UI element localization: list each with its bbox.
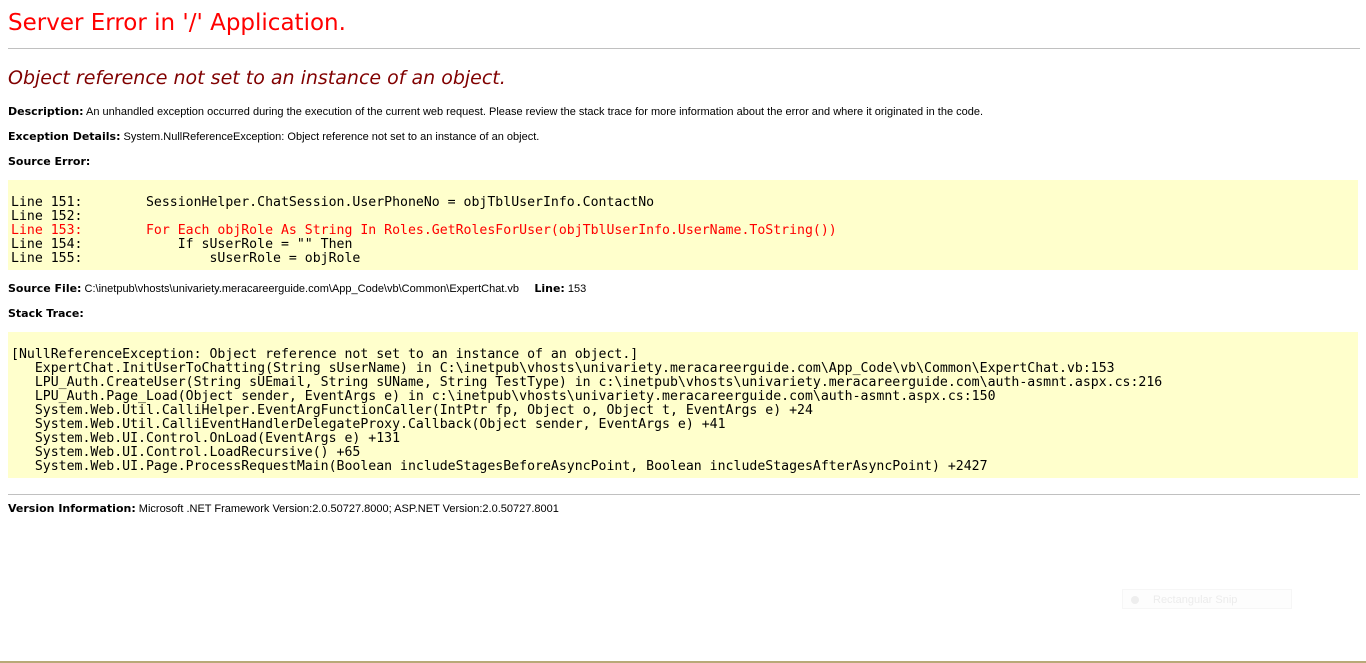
exception-details-text: System.NullReferenceException: Object re… [123, 131, 540, 143]
source-line: Line 155: sUserRole = objRole [11, 251, 361, 266]
stack-trace-row: Stack Trace: [8, 307, 84, 321]
stack-trace-line: LPU_Auth.CreateUser(String sUEmail, Stri… [11, 375, 1163, 390]
source-line-error: Line 153: For Each objRole As String In … [11, 223, 837, 238]
version-information-text: Microsoft .NET Framework Version:2.0.507… [138, 503, 559, 515]
stack-trace-line: System.Web.UI.Page.ProcessRequestMain(Bo… [11, 459, 988, 474]
stack-trace-line: System.Web.Util.CalliEventHandlerDelegat… [11, 417, 726, 432]
source-line: Line 151: SessionHelper.ChatSession.User… [11, 195, 655, 210]
source-error-code-block[interactable]: Line 151: SessionHelper.ChatSession.User… [8, 180, 1358, 270]
stack-trace-code: [NullReferenceException: Object referenc… [11, 348, 1358, 474]
source-line: Line 154: If sUserRole = "" Then [11, 237, 353, 252]
error-message: Object reference not set to an instance … [8, 67, 506, 89]
source-file-label: Source File: [8, 282, 82, 295]
version-divider [8, 494, 1360, 495]
rectangular-snip-button[interactable]: Rectangular Snip [1122, 589, 1292, 609]
rectangular-snip-label: Rectangular Snip [1153, 594, 1238, 606]
stack-trace-line: System.Web.UI.Control.LoadRecursive() +6… [11, 445, 361, 460]
version-information-row: Version Information: Microsoft .NET Fram… [8, 502, 559, 516]
stack-trace-line: System.Web.Util.CalliHelper.EventArgFunc… [11, 403, 813, 418]
page-title: Server Error in '/' Application. [8, 10, 346, 36]
exception-details-label: Exception Details: [8, 130, 121, 143]
stack-trace-label: Stack Trace: [8, 307, 84, 320]
source-error-row: Source Error: [8, 155, 90, 169]
source-line-label: Line: [534, 282, 565, 295]
version-information-label: Version Information: [8, 502, 136, 515]
description-label: Description: [8, 105, 84, 118]
source-file-row: Source File: C:\inetpub\vhosts\univariet… [8, 282, 586, 296]
source-line-number: 153 [567, 283, 587, 295]
stack-trace-line: [NullReferenceException: Object referenc… [11, 347, 639, 362]
description-row: Description: An unhandled exception occu… [8, 105, 983, 119]
stack-trace-line: LPU_Auth.Page_Load(Object sender, EventA… [11, 389, 996, 404]
stack-trace-code-block[interactable]: [NullReferenceException: Object referenc… [8, 332, 1358, 478]
source-file-path: C:\inetpub\vhosts\univariety.meracareerg… [84, 283, 520, 295]
scissors-icon [1131, 596, 1139, 605]
exception-details-row: Exception Details: System.NullReferenceE… [8, 130, 539, 144]
description-text: An unhandled exception occurred during t… [86, 106, 984, 118]
source-line: Line 152: [11, 209, 83, 224]
stack-trace-line: ExpertChat.InitUserToChatting(String sUs… [11, 361, 1115, 376]
stack-trace-line: System.Web.UI.Control.OnLoad(EventArgs e… [11, 431, 401, 446]
source-error-code: Line 151: SessionHelper.ChatSession.User… [11, 196, 1358, 266]
source-error-label: Source Error: [8, 155, 91, 168]
title-divider [8, 48, 1360, 49]
